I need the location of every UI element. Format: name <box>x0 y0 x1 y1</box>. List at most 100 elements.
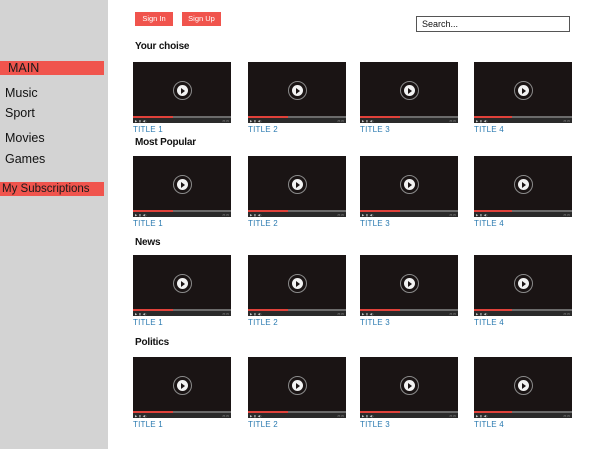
sidebar-item-movies[interactable]: Movies <box>0 131 104 145</box>
video-thumbnail[interactable]: ▶ ▮ ◀) ▭ ▭ <box>474 62 572 123</box>
fullscreen-icon[interactable]: ▭ ▭ <box>337 213 344 217</box>
video-card[interactable]: ▶ ▮ ◀) ▭ ▭ TITLE 3 <box>360 255 458 330</box>
play-icon[interactable] <box>173 81 192 100</box>
video-thumbnail[interactable]: ▶ ▮ ◀) ▭ ▭ <box>248 62 346 123</box>
video-title[interactable]: TITLE 3 <box>360 219 390 228</box>
video-controls[interactable] <box>248 413 346 418</box>
fullscreen-icon[interactable]: ▭ ▭ <box>337 119 344 123</box>
video-controls[interactable] <box>133 212 231 217</box>
video-thumbnail[interactable]: ▶ ▮ ◀) ▭ ▭ <box>133 156 231 217</box>
video-title[interactable]: TITLE 3 <box>360 125 390 134</box>
play-icon[interactable] <box>514 175 533 194</box>
video-controls[interactable] <box>474 311 572 316</box>
video-title[interactable]: TITLE 1 <box>133 125 163 134</box>
fullscreen-icon[interactable]: ▭ ▭ <box>449 414 456 418</box>
video-title[interactable]: TITLE 4 <box>474 125 504 134</box>
video-controls[interactable] <box>133 118 231 123</box>
video-controls[interactable] <box>133 413 231 418</box>
video-card[interactable]: ▶ ▮ ◀) ▭ ▭ TITLE 2 <box>248 62 346 137</box>
sign-up-button[interactable]: Sign Up <box>182 12 221 26</box>
sidebar-item-sport[interactable]: Sport <box>0 106 104 120</box>
video-card[interactable]: ▶ ▮ ◀) ▭ ▭ TITLE 3 <box>360 156 458 231</box>
fullscreen-icon[interactable]: ▭ ▭ <box>222 213 229 217</box>
fullscreen-icon[interactable]: ▭ ▭ <box>337 312 344 316</box>
sidebar-item-music[interactable]: Music <box>0 86 104 100</box>
play-icon[interactable] <box>173 175 192 194</box>
video-card[interactable]: ▶ ▮ ◀) ▭ ▭ TITLE 2 <box>248 156 346 231</box>
fullscreen-icon[interactable]: ▭ ▭ <box>563 414 570 418</box>
fullscreen-icon[interactable]: ▭ ▭ <box>222 312 229 316</box>
video-title[interactable]: TITLE 2 <box>248 420 278 429</box>
fullscreen-icon[interactable]: ▭ ▭ <box>222 414 229 418</box>
fullscreen-icon[interactable]: ▭ ▭ <box>222 119 229 123</box>
play-icon[interactable] <box>173 376 192 395</box>
video-title[interactable]: TITLE 4 <box>474 420 504 429</box>
video-thumbnail[interactable]: ▶ ▮ ◀) ▭ ▭ <box>133 62 231 123</box>
video-card[interactable]: ▶ ▮ ◀) ▭ ▭ TITLE 4 <box>474 156 572 231</box>
play-icon[interactable] <box>400 376 419 395</box>
fullscreen-icon[interactable]: ▭ ▭ <box>337 414 344 418</box>
play-icon[interactable] <box>173 274 192 293</box>
video-controls[interactable] <box>360 118 458 123</box>
video-title[interactable]: TITLE 4 <box>474 219 504 228</box>
video-card[interactable]: ▶ ▮ ◀) ▭ ▭ TITLE 1 <box>133 156 231 231</box>
video-thumbnail[interactable]: ▶ ▮ ◀) ▭ ▭ <box>248 156 346 217</box>
search-input[interactable] <box>416 16 570 32</box>
play-icon[interactable] <box>400 274 419 293</box>
play-icon[interactable] <box>288 81 307 100</box>
play-icon[interactable] <box>400 81 419 100</box>
video-controls[interactable] <box>248 118 346 123</box>
video-controls[interactable] <box>360 413 458 418</box>
play-icon[interactable] <box>514 376 533 395</box>
video-title[interactable]: TITLE 2 <box>248 318 278 327</box>
video-card[interactable]: ▶ ▮ ◀) ▭ ▭ TITLE 4 <box>474 62 572 137</box>
video-controls[interactable] <box>360 311 458 316</box>
play-icon[interactable] <box>288 376 307 395</box>
sidebar-item-games[interactable]: Games <box>0 152 104 166</box>
play-icon[interactable] <box>514 81 533 100</box>
video-controls[interactable] <box>133 311 231 316</box>
video-title[interactable]: TITLE 2 <box>248 219 278 228</box>
video-title[interactable]: TITLE 1 <box>133 420 163 429</box>
video-controls[interactable] <box>474 118 572 123</box>
video-title[interactable]: TITLE 3 <box>360 318 390 327</box>
video-title[interactable]: TITLE 1 <box>133 219 163 228</box>
video-controls[interactable] <box>360 212 458 217</box>
fullscreen-icon[interactable]: ▭ ▭ <box>449 312 456 316</box>
video-controls[interactable] <box>474 212 572 217</box>
video-card[interactable]: ▶ ▮ ◀) ▭ ▭ TITLE 1 <box>133 62 231 137</box>
play-icon[interactable] <box>288 274 307 293</box>
video-thumbnail[interactable]: ▶ ▮ ◀) ▭ ▭ <box>133 255 231 316</box>
fullscreen-icon[interactable]: ▭ ▭ <box>563 119 570 123</box>
video-controls[interactable] <box>248 212 346 217</box>
video-thumbnail[interactable]: ▶ ▮ ◀) ▭ ▭ <box>360 62 458 123</box>
video-card[interactable]: ▶ ▮ ◀) ▭ ▭ TITLE 1 <box>133 357 231 432</box>
video-title[interactable]: TITLE 1 <box>133 318 163 327</box>
video-thumbnail[interactable]: ▶ ▮ ◀) ▭ ▭ <box>360 255 458 316</box>
play-icon[interactable] <box>514 274 533 293</box>
sidebar-item-main[interactable]: MAIN <box>0 61 104 75</box>
video-title[interactable]: TITLE 3 <box>360 420 390 429</box>
video-card[interactable]: ▶ ▮ ◀) ▭ ▭ TITLE 3 <box>360 62 458 137</box>
video-card[interactable]: ▶ ▮ ◀) ▭ ▭ TITLE 3 <box>360 357 458 432</box>
fullscreen-icon[interactable]: ▭ ▭ <box>563 213 570 217</box>
video-card[interactable]: ▶ ▮ ◀) ▭ ▭ TITLE 2 <box>248 255 346 330</box>
video-thumbnail[interactable]: ▶ ▮ ◀) ▭ ▭ <box>248 255 346 316</box>
video-thumbnail[interactable]: ▶ ▮ ◀) ▭ ▭ <box>133 357 231 418</box>
video-controls[interactable] <box>248 311 346 316</box>
video-card[interactable]: ▶ ▮ ◀) ▭ ▭ TITLE 4 <box>474 255 572 330</box>
video-title[interactable]: TITLE 4 <box>474 318 504 327</box>
video-thumbnail[interactable]: ▶ ▮ ◀) ▭ ▭ <box>474 156 572 217</box>
sign-in-button[interactable]: Sign In <box>135 12 173 26</box>
play-icon[interactable] <box>400 175 419 194</box>
video-card[interactable]: ▶ ▮ ◀) ▭ ▭ TITLE 2 <box>248 357 346 432</box>
video-thumbnail[interactable]: ▶ ▮ ◀) ▭ ▭ <box>360 357 458 418</box>
fullscreen-icon[interactable]: ▭ ▭ <box>563 312 570 316</box>
video-thumbnail[interactable]: ▶ ▮ ◀) ▭ ▭ <box>248 357 346 418</box>
video-card[interactable]: ▶ ▮ ◀) ▭ ▭ TITLE 4 <box>474 357 572 432</box>
video-title[interactable]: TITLE 2 <box>248 125 278 134</box>
video-thumbnail[interactable]: ▶ ▮ ◀) ▭ ▭ <box>474 357 572 418</box>
video-controls[interactable] <box>474 413 572 418</box>
video-card[interactable]: ▶ ▮ ◀) ▭ ▭ TITLE 1 <box>133 255 231 330</box>
fullscreen-icon[interactable]: ▭ ▭ <box>449 119 456 123</box>
